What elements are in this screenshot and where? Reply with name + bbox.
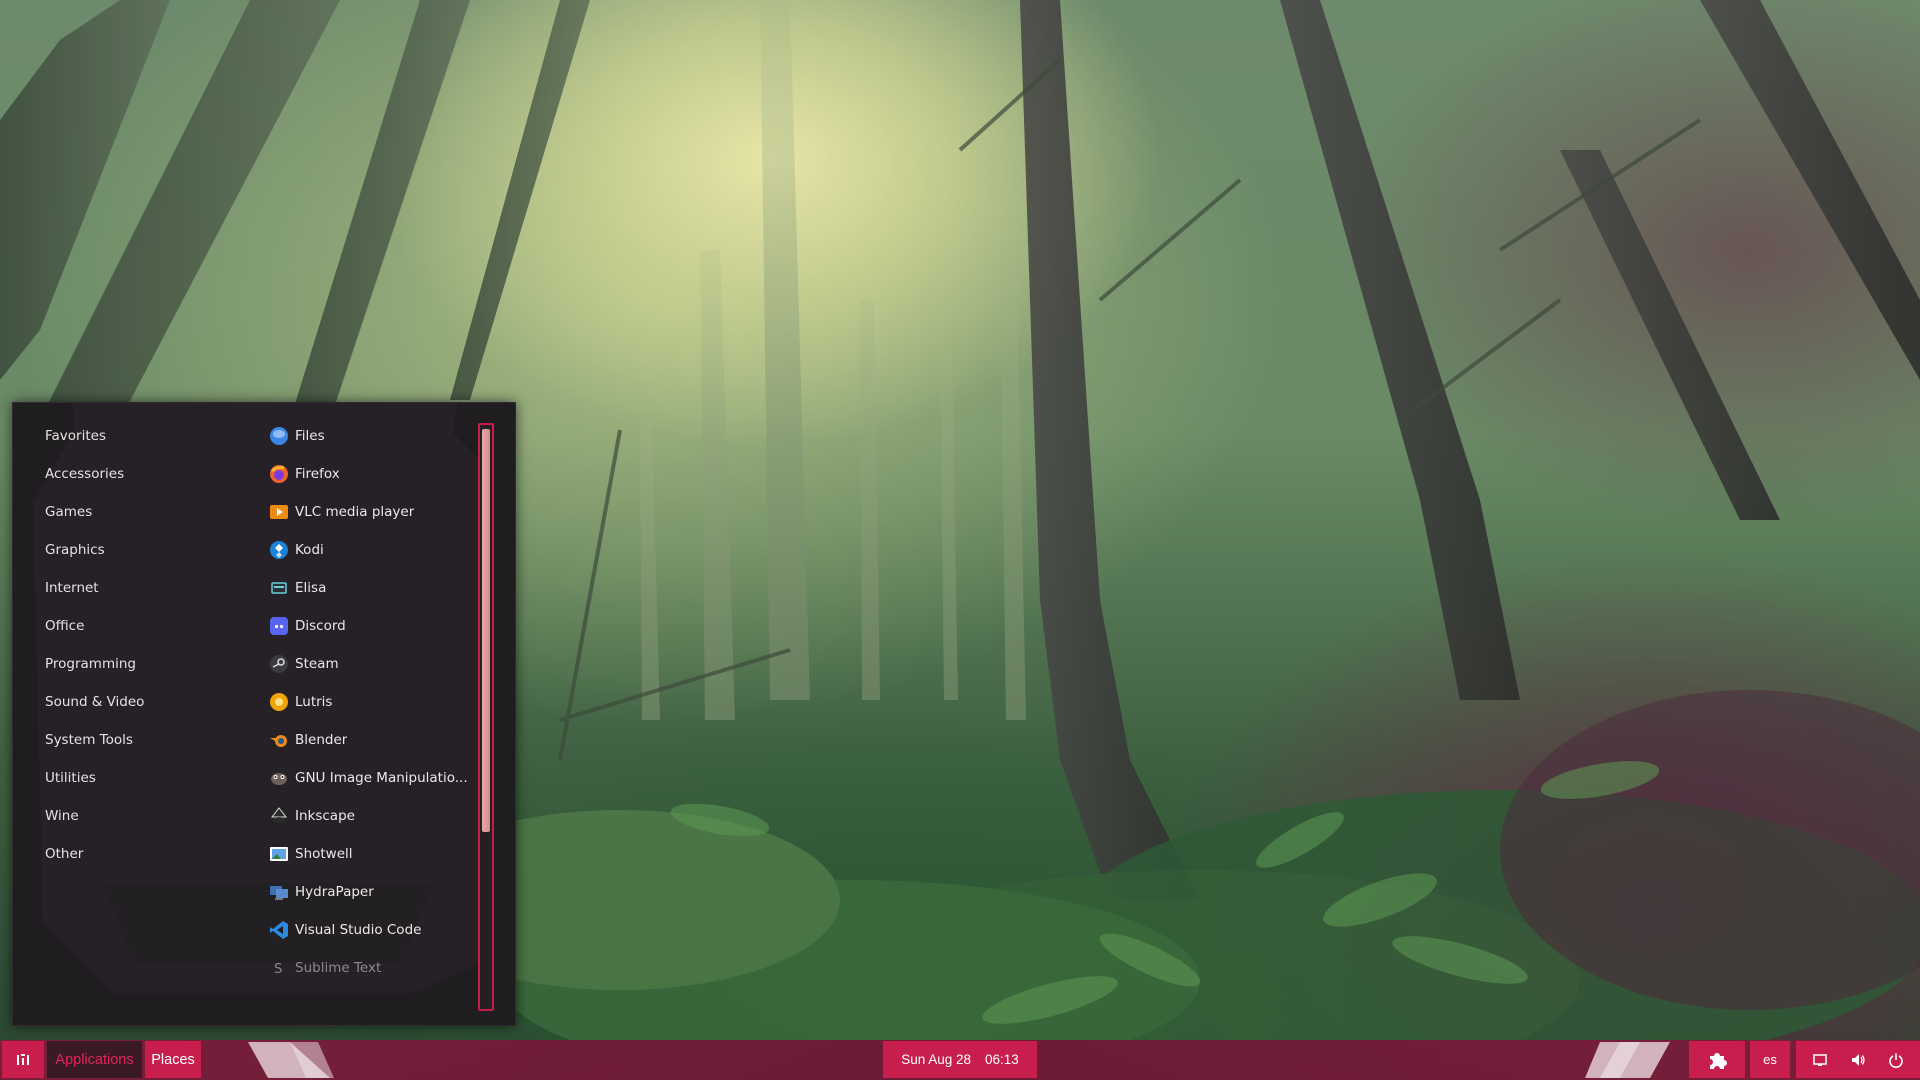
sublime-icon: S: [269, 958, 289, 978]
app-list: Files Firefox VLC media player Kodi Elis…: [253, 417, 483, 987]
category-internet[interactable]: Internet: [13, 569, 243, 607]
firefox-icon: [269, 464, 289, 484]
app-blender[interactable]: Blender: [253, 721, 483, 759]
app-firefox[interactable]: Firefox: [253, 455, 483, 493]
app-hydrapaper[interactable]: HydraPaper: [253, 873, 483, 911]
category-utilities[interactable]: Utilities: [13, 759, 243, 797]
gimp-icon: [269, 768, 289, 788]
app-vlc[interactable]: VLC media player: [253, 493, 483, 531]
app-label: Lutris: [295, 694, 333, 710]
category-favorites[interactable]: Favorites: [13, 417, 243, 455]
app-kodi[interactable]: Kodi: [253, 531, 483, 569]
vlc-icon: [269, 502, 289, 522]
category-list: Favorites Accessories Games Graphics Int…: [13, 417, 243, 873]
category-sound-video[interactable]: Sound & Video: [13, 683, 243, 721]
screen-icon[interactable]: [1801, 1041, 1839, 1078]
category-wine[interactable]: Wine: [13, 797, 243, 835]
system-tray: [1796, 1041, 1920, 1078]
keyboard-layout-button[interactable]: es: [1750, 1041, 1790, 1078]
elisa-icon: [269, 578, 289, 598]
hydrapaper-icon: [269, 882, 289, 902]
clock-date: Sun Aug 28: [901, 1052, 972, 1067]
app-lutris[interactable]: Lutris: [253, 683, 483, 721]
places-button[interactable]: Places: [145, 1041, 201, 1078]
lutris-icon: [269, 692, 289, 712]
app-gimp[interactable]: GNU Image Manipulatio...: [253, 759, 483, 797]
app-files[interactable]: Files: [253, 417, 483, 455]
category-office[interactable]: Office: [13, 607, 243, 645]
app-steam[interactable]: Steam: [253, 645, 483, 683]
blender-icon: [269, 730, 289, 750]
app-grid-icon: [17, 1053, 29, 1065]
app-discord[interactable]: Discord: [253, 607, 483, 645]
app-label: Inkscape: [295, 808, 355, 824]
app-label: GNU Image Manipulatio...: [295, 770, 468, 786]
app-label: Blender: [295, 732, 348, 748]
category-other[interactable]: Other: [13, 835, 243, 873]
puzzle-icon: [1710, 1052, 1727, 1069]
files-icon: [269, 426, 289, 446]
applications-button[interactable]: Applications: [47, 1041, 142, 1078]
volume-icon[interactable]: [1839, 1041, 1877, 1078]
category-games[interactable]: Games: [13, 493, 243, 531]
app-grid-button[interactable]: [2, 1041, 44, 1078]
app-list-scrollbar[interactable]: [478, 423, 494, 1011]
category-accessories[interactable]: Accessories: [13, 455, 243, 493]
category-programming[interactable]: Programming: [13, 645, 243, 683]
category-system-tools[interactable]: System Tools: [13, 721, 243, 759]
app-shotwell[interactable]: Shotwell: [253, 835, 483, 873]
steam-icon: [269, 654, 289, 674]
app-label: Sublime Text: [295, 960, 382, 976]
app-sublime-text[interactable]: S Sublime Text: [253, 949, 483, 987]
extensions-button[interactable]: [1689, 1041, 1745, 1078]
category-graphics[interactable]: Graphics: [13, 531, 243, 569]
svg-text:S: S: [274, 962, 282, 977]
app-label: Kodi: [295, 542, 324, 558]
app-label: Elisa: [295, 580, 327, 596]
app-label: VLC media player: [295, 504, 415, 520]
clock-time: 06:13: [985, 1052, 1019, 1067]
app-label: HydraPaper: [295, 884, 374, 900]
app-elisa[interactable]: Elisa: [253, 569, 483, 607]
app-label: Files: [295, 428, 325, 444]
inkscape-icon: [269, 806, 289, 826]
clock-button[interactable]: Sun Aug 28 06:13: [883, 1041, 1037, 1078]
app-label: Discord: [295, 618, 346, 634]
kodi-icon: [269, 540, 289, 560]
vscode-icon: [269, 920, 289, 940]
app-vscode[interactable]: Visual Studio Code: [253, 911, 483, 949]
app-label: Shotwell: [295, 846, 353, 862]
power-icon[interactable]: [1877, 1041, 1915, 1078]
application-menu: Favorites Accessories Games Graphics Int…: [12, 402, 516, 1026]
discord-icon: [269, 616, 289, 636]
app-label: Firefox: [295, 466, 340, 482]
scrollbar-thumb[interactable]: [482, 429, 490, 832]
app-label: Steam: [295, 656, 339, 672]
app-inkscape[interactable]: Inkscape: [253, 797, 483, 835]
app-label: Visual Studio Code: [295, 922, 422, 938]
shotwell-icon: [269, 844, 289, 864]
